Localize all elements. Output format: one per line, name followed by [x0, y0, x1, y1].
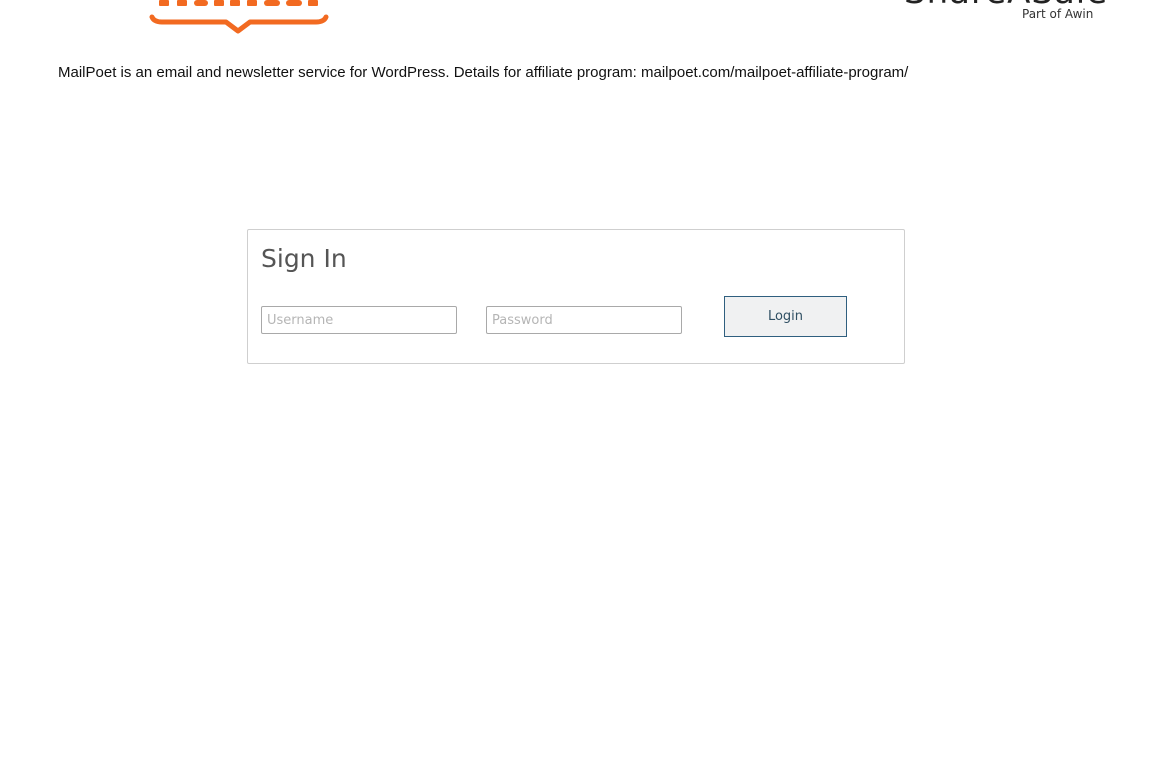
password-input[interactable]	[486, 306, 682, 334]
affiliate-description: MailPoet is an email and newsletter serv…	[58, 64, 909, 81]
username-input[interactable]	[261, 306, 457, 334]
login-button[interactable]: Login	[724, 296, 847, 337]
mailpoet-logo[interactable]	[148, 0, 330, 36]
signin-panel: Sign In Login	[247, 229, 905, 364]
page: ShareASale Part of Awin MailPoet is an e…	[0, 0, 1152, 768]
mailpoet-logo-graphic	[149, 0, 329, 34]
shareasale-logo[interactable]: ShareASale Part of Awin	[900, 0, 1107, 30]
shareasale-tagline: Part of Awin	[1022, 7, 1094, 21]
signin-title: Sign In	[261, 244, 347, 273]
